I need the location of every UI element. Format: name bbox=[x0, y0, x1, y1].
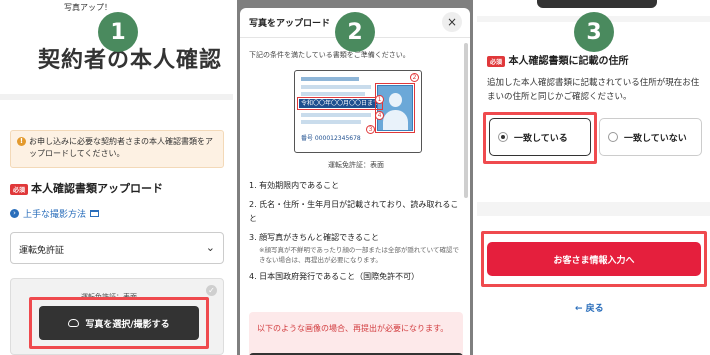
step-badge-1: 1 bbox=[98, 12, 138, 52]
radio-address-match[interactable]: 一致している bbox=[489, 118, 591, 156]
list-item: 1. 有効期限内であること bbox=[249, 181, 340, 190]
panel-upload-document: 写真アップ！ 契約者の本人確認 ! お申し込みに必要な契約者さまの本人確認書類を… bbox=[0, 0, 233, 355]
required-badge: 必須 bbox=[487, 55, 506, 67]
photo-tips-link[interactable]: › 上手な撮影方法 bbox=[10, 207, 100, 220]
section-heading: 必須 本人確認書類アップロード bbox=[10, 180, 163, 196]
radio-selected-icon bbox=[498, 132, 508, 142]
license-mark-2: 2 bbox=[410, 73, 419, 82]
license-caption: 運転免許証：表面 bbox=[328, 161, 384, 169]
window-icon bbox=[90, 210, 100, 217]
radio-empty-icon bbox=[608, 132, 618, 142]
list-item: 3. 顔写真がきちんと確認できること ※顔写真が不鮮明であったり顔の一部または全部… bbox=[249, 233, 459, 264]
license-mark-3: 3 bbox=[366, 125, 375, 134]
license-number: 番号 000012345678 bbox=[301, 135, 361, 142]
check-icon: ✓ bbox=[206, 285, 217, 296]
modal-intro: 下記の条件を満たしている書類をご準備ください。 bbox=[249, 51, 410, 59]
list-item: 4. 日本国政府発行であること（国際免許不可） bbox=[249, 272, 420, 281]
chevron-right-icon: › bbox=[10, 209, 19, 218]
panel-upload-modal: 写真をアップロード × 下記の条件を満たしている書類をご準備ください。 令和〇〇… bbox=[237, 0, 473, 355]
previous-button[interactable] bbox=[537, 0, 657, 8]
notice-box: ! お申し込みに必要な契約者さまの本人確認書類をアップロードしてください。 bbox=[10, 130, 224, 168]
top-label: 写真アップ！ bbox=[64, 3, 112, 12]
notice-text: お申し込みに必要な契約者さまの本人確認書類をアップロードしてください。 bbox=[29, 137, 213, 158]
info-icon: ! bbox=[17, 137, 26, 146]
upload-modal: 写真をアップロード × 下記の条件を満たしている書類をご準備ください。 令和〇〇… bbox=[240, 8, 470, 355]
customer-info-button[interactable]: お客さま情報入力へ bbox=[487, 242, 701, 276]
select-value: 運転免許証 bbox=[19, 246, 65, 256]
address-description: 追加した本人確認書類に記載されている住所が現在お住まいの住所と同じかご確認くださ… bbox=[487, 78, 700, 102]
conditions-list: 1. 有効期限内であること 2. 氏名・住所・生年月日が記載されており、読み取れ… bbox=[249, 179, 464, 289]
upload-photo-button[interactable]: 写真を選択/撮影する bbox=[39, 306, 199, 340]
required-badge: 必須 bbox=[10, 183, 29, 195]
license-mark-1: 1 bbox=[375, 95, 384, 104]
resubmit-warning: 以下のような画像の場合、再提出が必要になります。 bbox=[249, 312, 463, 355]
license-mark-4: 4 bbox=[375, 111, 384, 120]
modal-body[interactable]: 下記の条件を満たしている書類をご準備ください。 令和〇〇年〇〇月〇〇日まで有効 … bbox=[240, 39, 470, 355]
modal-title: 写真をアップロード bbox=[249, 19, 331, 29]
section-title: 本人確認書類に記載の住所 bbox=[508, 56, 629, 67]
list-item: 2. 氏名・住所・生年月日が記載されており、読み取れること bbox=[249, 200, 459, 223]
upload-cloud-icon bbox=[68, 319, 80, 327]
radio-label: 一致していない bbox=[624, 133, 687, 144]
step-badge-3: 3 bbox=[574, 12, 614, 52]
photo-tips-label: 上手な撮影方法 bbox=[23, 210, 87, 220]
chevron-down-icon: ⌄ bbox=[205, 241, 215, 254]
step-badge-2: 2 bbox=[335, 12, 375, 52]
document-type-select[interactable]: 運転免許証 ⌄ bbox=[10, 232, 224, 264]
radio-address-no-match[interactable]: 一致していない bbox=[599, 118, 702, 156]
license-illustration: 令和〇〇年〇〇月〇〇日まで有効 番号 000012345678 2 1 4 3 bbox=[294, 70, 422, 153]
section-heading: 必須 本人確認書類に記載の住所 bbox=[487, 52, 629, 67]
scrollbar[interactable] bbox=[464, 43, 468, 198]
upload-button-label: 写真を選択/撮影する bbox=[85, 319, 170, 330]
back-link[interactable]: ← 戻る bbox=[575, 301, 604, 314]
panel-address-confirm: 必須 本人確認書類に記載の住所 追加した本人確認書類に記載されている住所が現在お… bbox=[477, 0, 710, 355]
radio-label: 一致している bbox=[514, 133, 568, 144]
close-button[interactable]: × bbox=[442, 12, 462, 32]
section-title: 本人確認書類アップロード bbox=[31, 182, 164, 195]
